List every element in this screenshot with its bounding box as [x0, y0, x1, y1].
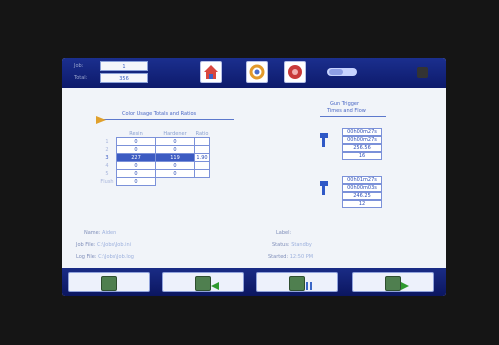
jobfile-row: Job File: C:\Jobs\Job.ini — [76, 242, 131, 248]
gun2-value-4: 12 — [342, 200, 382, 208]
started-value: 12:50 PM — [289, 254, 314, 260]
name-row: Name: Aiden — [84, 230, 116, 236]
table-row: Flush 0 — [98, 177, 210, 186]
job-label: Job: — [74, 63, 84, 69]
gun1-value-4: 16 — [342, 152, 382, 160]
logfile-label: Log File: — [76, 254, 97, 260]
table-row: 2 0 0 — [98, 145, 210, 154]
hardener-header: Hardener — [163, 130, 187, 137]
color-usage-title: Color Usage Totals and Ratios — [122, 111, 197, 117]
machine-back-icon — [195, 276, 211, 291]
pointer-arrow-icon — [96, 116, 106, 124]
toggle-knob — [329, 69, 343, 75]
machine-icon — [101, 276, 117, 291]
resin-header: Resin — [129, 130, 143, 137]
gun2-value-2: 00h00m03s — [342, 184, 382, 192]
name-value: Aiden — [102, 230, 117, 236]
recycle-icon — [249, 64, 265, 80]
lock-icon[interactable] — [417, 67, 428, 78]
job-field[interactable]: 1 — [100, 61, 148, 71]
spray-gun-2-icon — [320, 181, 328, 195]
gun1-value-2: 00h00m27s — [342, 136, 382, 144]
gun-trigger-subtitle: Times and Flow — [327, 108, 366, 114]
ratio-header: Ratio — [195, 130, 209, 137]
gun2-value-1: 00h01m27s — [342, 176, 382, 184]
table-row-selected[interactable]: 3 227 119 1.90 — [98, 153, 210, 162]
color-usage-table: Resin Hardener Ratio 1 0 0 2 0 0 3 227 1… — [98, 130, 210, 186]
jobfile-value: C:\Jobs\Job.ini — [96, 242, 132, 248]
started-row: Started: 12:50 PM — [268, 254, 313, 260]
name-label: Name: — [84, 230, 101, 236]
play-icon — [401, 282, 409, 290]
status-value: Standby — [291, 242, 312, 248]
table-row: 1 0 0 — [98, 137, 210, 146]
gun2-value-3: 246.25 — [342, 192, 382, 200]
bottom-button-play[interactable] — [352, 272, 434, 292]
table-row: 5 0 0 — [98, 169, 210, 178]
label-label: Label: — [276, 230, 292, 236]
total-field: 356 — [100, 73, 148, 83]
status-label: Status: — [272, 242, 290, 248]
gun-trigger-divider — [320, 116, 386, 117]
touch-screen: Job: 1 Total: 356 Color Usage Totals and… — [62, 58, 446, 296]
bottom-button-pause[interactable] — [256, 272, 338, 292]
logfile-value: C:\Jobs\Job.log — [98, 254, 134, 260]
status-row: Status: Standby — [272, 242, 312, 248]
started-label: Started: — [268, 254, 289, 260]
bottom-button-1[interactable] — [68, 272, 150, 292]
gun1-value-1: 00h00m27s — [342, 128, 382, 136]
color-usage-divider — [102, 119, 234, 120]
table-row: 4 0 0 — [98, 161, 210, 170]
bottom-button-back[interactable] — [162, 272, 244, 292]
jobfile-label: Job File: — [76, 242, 96, 248]
record-icon — [288, 65, 302, 79]
home-icon — [204, 65, 218, 79]
gun-trigger-title: Gun Trigger — [330, 101, 360, 107]
machine-play-icon — [385, 276, 401, 291]
spray-gun-1-icon — [320, 133, 328, 147]
home-button[interactable] — [200, 61, 222, 83]
machine-pause-icon — [289, 276, 305, 291]
toggle-switch[interactable] — [327, 68, 357, 76]
record-button[interactable] — [284, 61, 306, 83]
logfile-row: Log File: C:\Jobs\Job.log — [76, 254, 134, 260]
gun1-value-3: 256.56 — [342, 144, 382, 152]
top-bar: Job: 1 Total: 356 — [62, 58, 446, 88]
pause-icon — [306, 282, 312, 290]
back-arrow-icon — [211, 282, 219, 290]
label-row: Label: — [276, 230, 291, 236]
bottom-bar — [62, 268, 446, 296]
total-label: Total: — [74, 75, 88, 81]
recycle-button[interactable] — [246, 61, 268, 83]
